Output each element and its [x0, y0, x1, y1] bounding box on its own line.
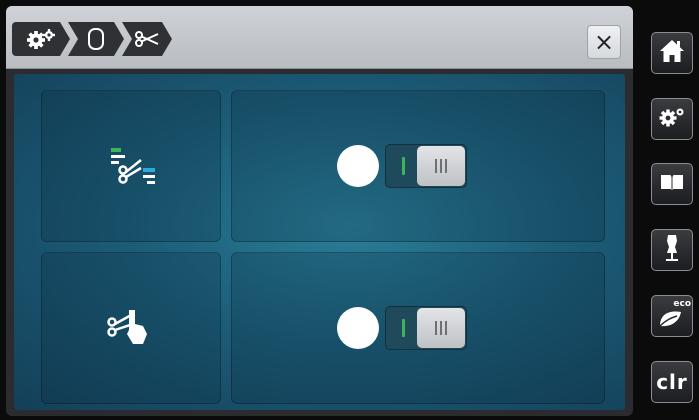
eco-button[interactable]: eco	[651, 295, 693, 337]
thread-cutter-toggle-cell	[231, 90, 605, 242]
presser-foot-icon	[87, 27, 105, 51]
breadcrumb-presser-foot[interactable]	[68, 22, 124, 56]
home-button[interactable]	[651, 32, 693, 74]
thread-cutter-icon	[107, 146, 159, 190]
guide-button[interactable]	[651, 163, 693, 205]
toggle-track[interactable]	[385, 144, 467, 188]
toggle-track[interactable]	[385, 306, 467, 350]
breadcrumb-settings[interactable]	[12, 22, 70, 56]
manual-cut-toggle-cell	[231, 252, 605, 404]
toggle-knob[interactable]	[337, 307, 379, 349]
panel-header: ×	[6, 6, 633, 69]
close-icon: ×	[593, 28, 615, 56]
toggle-off-button[interactable]	[417, 308, 465, 348]
manual-cut-icon	[105, 304, 159, 352]
thread-cutter-toggle[interactable]	[337, 144, 467, 188]
manual-cut-toggle[interactable]	[337, 306, 467, 350]
eco-leaf-icon: eco	[657, 299, 691, 330]
breadcrumb-scissors[interactable]	[122, 22, 172, 56]
dress-form-button[interactable]	[651, 229, 693, 271]
clear-button[interactable]: clr	[651, 361, 693, 403]
settings-button[interactable]	[651, 98, 693, 140]
manual-cut-icon-cell	[41, 252, 221, 404]
eco-badge: eco	[673, 299, 691, 309]
dress-form-icon	[662, 233, 682, 267]
clear-label: clr	[656, 370, 688, 394]
settings-icon	[657, 105, 687, 133]
toggle-knob[interactable]	[337, 145, 379, 187]
scissors-icon	[134, 30, 160, 48]
settings-content	[14, 74, 625, 410]
thread-cutter-icon-cell	[41, 90, 221, 242]
settings-panel: ×	[6, 6, 633, 416]
guide-book-icon	[659, 171, 685, 197]
toggle-off-button[interactable]	[417, 146, 465, 186]
close-button[interactable]: ×	[587, 25, 621, 59]
toggle-on-mark	[402, 319, 405, 337]
settings-gears-icon	[25, 28, 57, 50]
home-icon	[659, 38, 685, 68]
toggle-on-mark	[402, 157, 405, 175]
